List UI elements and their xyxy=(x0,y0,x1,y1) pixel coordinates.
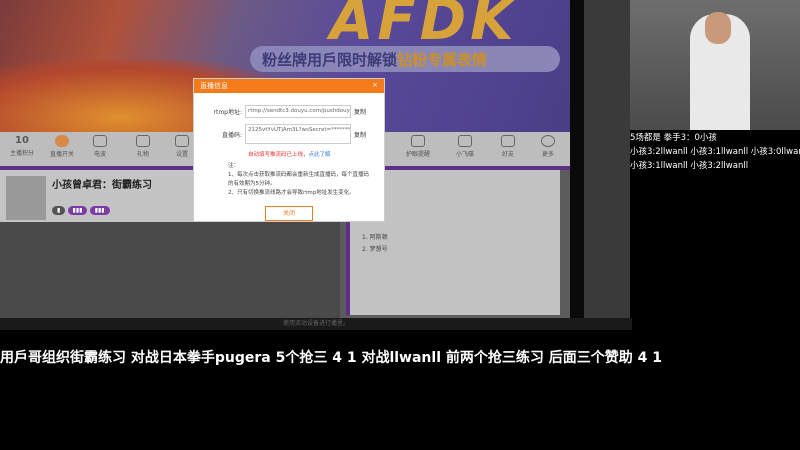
nav-label: 护眼提醒 xyxy=(405,151,430,158)
nav-wave[interactable]: 电波 xyxy=(78,135,122,158)
nav-label: 设置 xyxy=(175,151,188,158)
list-item: 1. 阿斯顿 xyxy=(362,234,388,241)
note: 1、每次点击获取推流码都会重新生成直播码，每个直播码的有效期为5分钟。 xyxy=(228,172,370,187)
rtmp-label: rtmp地址: xyxy=(213,109,243,116)
nav-label: 更多 xyxy=(541,151,554,158)
note: 2、只有切换推流线路才会导致rtmp地址发生变化。 xyxy=(228,190,355,196)
slogan-b: 钻粉专属表情 xyxy=(397,51,488,69)
close-button[interactable]: 关闭 xyxy=(265,206,313,221)
overlay-line: 小孩3:2llwanll 小孩3:1llwanll 小孩3:0llwanll xyxy=(630,147,800,157)
avatar xyxy=(6,176,46,220)
nav-label: 小飞碟 xyxy=(455,151,474,158)
copy-rtmp-button[interactable]: 复制 xyxy=(354,107,366,116)
toggle-icon xyxy=(55,135,69,147)
copy-code-button[interactable]: 复制 xyxy=(354,130,366,139)
nav-label: 礼物 xyxy=(136,151,149,158)
room-title: 小孩曾卓君：街霸练习 xyxy=(52,180,152,191)
warning-text: 自动填写推流码已上线， xyxy=(248,152,309,158)
list-item: 2. 梦想号 xyxy=(362,246,388,253)
stream-info-dialog: 直播信息 × rtmp地址: rtmp://sendtc3.douyu.com/pu… xyxy=(193,78,385,222)
nav-points[interactable]: 10 主播积分 xyxy=(0,135,44,157)
ufo-icon xyxy=(458,135,472,147)
badge: ▮▮▮ xyxy=(67,206,88,215)
nav-label: 主播积分 xyxy=(9,150,34,157)
gift-icon xyxy=(136,135,150,147)
slogan-a: 粉丝牌用戶限时解锁 xyxy=(262,51,398,69)
badge: ▮ xyxy=(52,206,66,215)
background-scene xyxy=(584,0,630,318)
browser-window: AFDK 粉丝牌用戶限时解锁钻粉专属表情 10 主播积分 直播开关 电波 礼物 设… xyxy=(0,0,570,318)
info-bar: 使用流动设备进行播里。 xyxy=(0,318,632,330)
badge: ▮▮▮ xyxy=(89,206,110,215)
video-area xyxy=(0,222,340,318)
nav-label: 电波 xyxy=(93,151,106,158)
close-icon[interactable]: × xyxy=(372,81,378,91)
friends-icon xyxy=(501,135,515,147)
overlay-line: 5场都是 拳手3：0小孩 xyxy=(630,133,717,143)
subtitle-text: 用戶哥组织街霸练习 对战日本拳手pugera 5个抢三 4 1 对战llwanl… xyxy=(0,350,662,366)
nav-label: 直播开关 xyxy=(49,151,74,158)
banner-slogan: 粉丝牌用戶限时解锁钻粉专属表情 xyxy=(250,46,560,72)
more-icon xyxy=(541,135,555,147)
badges: ▮ ▮▮▮ ▮▮▮ xyxy=(52,206,110,215)
clock-icon xyxy=(411,135,425,147)
learn-more-link[interactable]: 点此了解 xyxy=(309,152,331,158)
nav-gift[interactable]: 礼物 xyxy=(121,135,165,158)
webcam-feed xyxy=(630,0,800,130)
overlay-line: 小孩3:1llwanll 小孩3:2llwanll xyxy=(630,161,749,171)
note: 注： xyxy=(228,163,240,169)
wave-icon xyxy=(93,135,107,147)
rtmp-input[interactable]: rtmp://sendtc3.douyu.com/pushdouyu xyxy=(245,105,351,118)
code-label: 直播码: xyxy=(221,131,242,139)
dialog-title: 直播信息 xyxy=(200,82,228,90)
stream-code-input[interactable]: 2125vtYvUTjAm3L?wsSecret=************** xyxy=(245,124,351,144)
points-value: 10 xyxy=(15,135,29,146)
gear-icon xyxy=(175,135,189,147)
streamer-head xyxy=(705,12,731,44)
score-overlay: 5场都是 拳手3：0小孩 小孩3:2llwanll 小孩3:1llwanll 小… xyxy=(630,131,800,173)
nav-friends[interactable]: 好友 xyxy=(486,135,530,158)
divider xyxy=(570,0,584,318)
nav-eye[interactable]: 护眼提醒 xyxy=(396,135,440,158)
nav-ufo[interactable]: 小飞碟 xyxy=(443,135,487,158)
nav-more[interactable]: 更多 xyxy=(526,135,570,158)
nav-label: 好友 xyxy=(501,151,514,158)
